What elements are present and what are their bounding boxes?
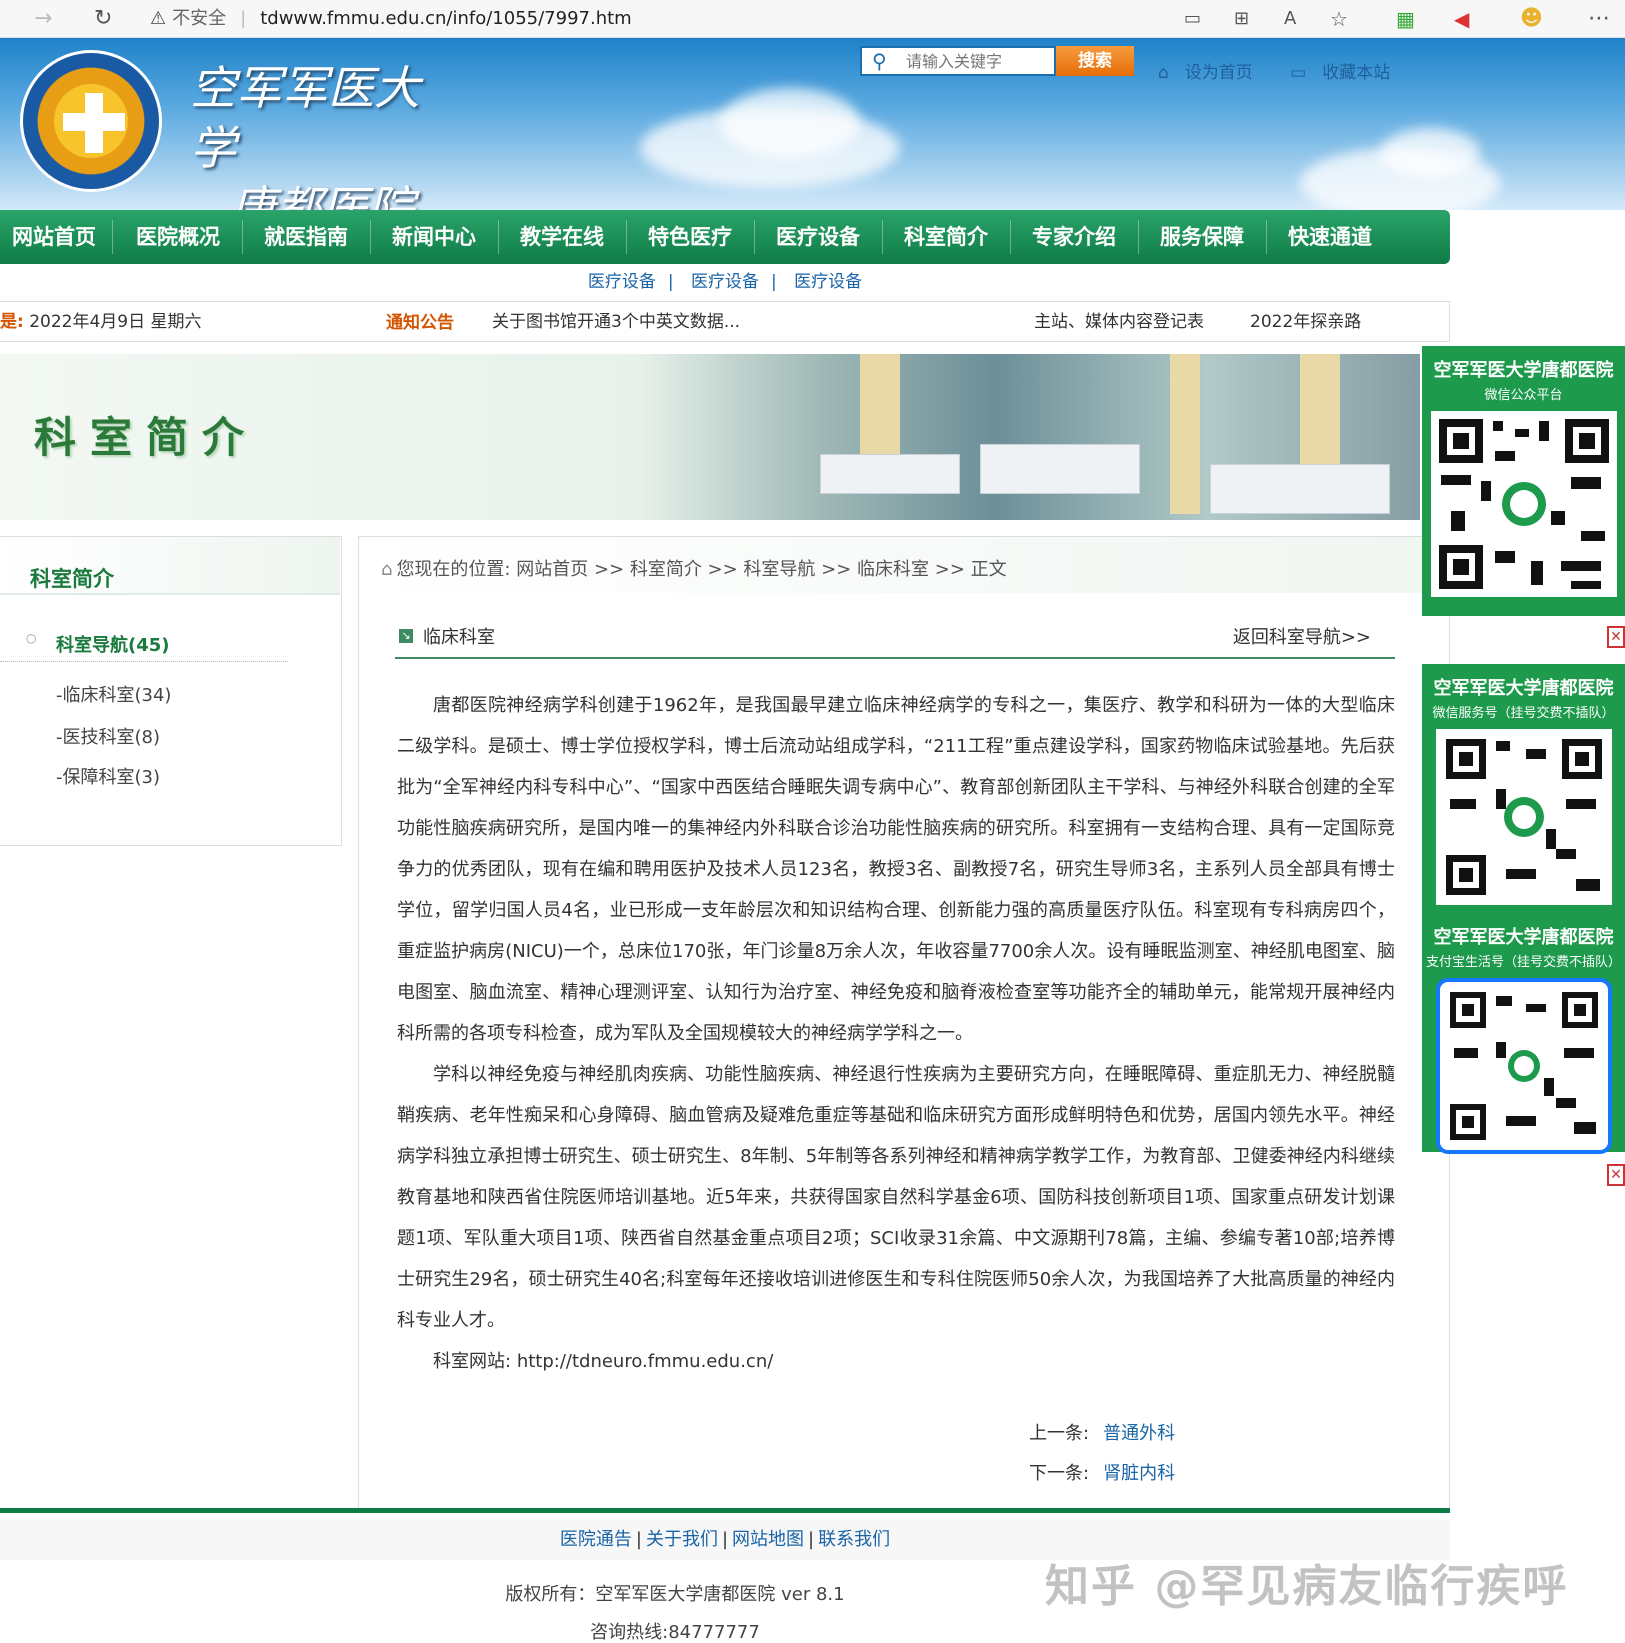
article-paragraph: 学科以神经免疫与神经肌肉疾病、功能性脑疾病、神经退行性疾病为主要研究方向，在睡眠… [397, 1064, 1395, 1331]
notice-item[interactable]: 关于图书馆开通3个中英文数据... [492, 302, 740, 342]
close-icon[interactable]: ✕ [1607, 626, 1625, 648]
footer-link[interactable]: 医院通告 [560, 1529, 632, 1550]
subnav-item[interactable]: 医疗设备 [794, 272, 862, 292]
bullet-icon: ○ [26, 631, 37, 645]
address-bar[interactable]: ⚠ 不安全 | tdwww.fmmu.edu.cn/info/1055/7997.ht… [150, 3, 1150, 35]
main-content: ⌂ 您现在的位置: 网站首页 >> 科室简介 >> 科室导航 >> 临床科室 >>… [358, 536, 1450, 1508]
department-banner: 科室简介 [0, 354, 1420, 520]
security-label: 不安全 [172, 8, 227, 29]
qr-code-icon [1435, 978, 1612, 1154]
reload-icon[interactable]: ↻ [94, 6, 112, 32]
prev-article: 上一条: 普通外科 [1029, 1423, 1176, 1444]
footer-link[interactable]: 关于我们 [646, 1529, 718, 1550]
search-icon: ⚲ [872, 49, 887, 73]
nav-item-services[interactable]: 服务保障 [1140, 210, 1264, 264]
current-date: 是: 2022年4月9日 星期六 [0, 312, 202, 332]
article-paragraph: 唐都医院神经病学科创建于1962年，是我国最早建立临床神经病学的专科之一，集医疗… [397, 695, 1395, 1044]
home-icon[interactable]: ⌂ [381, 559, 392, 580]
section-header: ↘ 临床科室 返回科室导航>> [395, 623, 1395, 659]
notice-bar: 是: 2022年4月9日 星期六 通知公告 关于图书馆开通3个中英文数据... … [0, 301, 1450, 342]
footer-divider [0, 1508, 1450, 1513]
url-text: tdwww.fmmu.edu.cn/info/1055/7997.htm [260, 8, 632, 29]
footer-link[interactable]: 联系我们 [818, 1529, 890, 1550]
back-arrow-icon[interactable]: → [34, 6, 52, 32]
nav-item-teaching[interactable]: 教学在线 [500, 210, 624, 264]
avatar-icon[interactable]: ☻ [1520, 6, 1543, 32]
sidebar-item-department-nav[interactable]: 科室导航(45) [56, 631, 170, 657]
notice-label: 通知公告 [386, 313, 454, 333]
main-nav: 网站首页 医院概况 就医指南 新闻中心 教学在线 特色医疗 医疗设备 科室简介 … [0, 210, 1450, 264]
banner-title: 科室简介 [34, 413, 259, 462]
sidebar: 科室简介 ○ 科室导航(45) -临床科室(34) -医技科室(8) -保障科室… [0, 536, 342, 846]
home-icon: ⌂ [1158, 63, 1169, 83]
close-icon[interactable]: ✕ [1607, 1164, 1625, 1186]
qr-card-service: 空军军医大学唐都医院 微信服务号（挂号交费不插队） 空军军医大学唐都医院 支付宝… [1422, 664, 1625, 1154]
article-body: 唐都医院神经病学科创建于1962年，是我国最早建立临床神经病学的专科之一，集医疗… [397, 685, 1395, 1382]
subnav-item[interactable]: 医疗设备 [588, 272, 656, 292]
search-button[interactable]: 搜索 [1056, 46, 1134, 76]
sidebar-item-medtech[interactable]: -医技科室(8) [56, 723, 160, 749]
read-aloud-icon[interactable]: A [1284, 6, 1296, 32]
set-home-link[interactable]: ⌂ 设为首页 [1158, 63, 1269, 83]
sidebar-item-clinical[interactable]: -临床科室(34) [56, 681, 171, 707]
sidebar-title: 科室简介 [30, 567, 114, 591]
sidebar-item-support[interactable]: -保障科室(3) [56, 763, 160, 789]
apps-icon[interactable]: ⊞ [1234, 6, 1249, 32]
website-link[interactable]: http://tdneuro.fmmu.edu.cn/ [517, 1351, 773, 1372]
department-website: 科室网站: http://tdneuro.fmmu.edu.cn/ [433, 1351, 774, 1372]
search-input[interactable] [860, 46, 1056, 76]
nav-item-news[interactable]: 新闻中心 [372, 210, 496, 264]
nav-item-home[interactable]: 网站首页 [0, 210, 108, 264]
footer-link[interactable]: 网站地图 [732, 1529, 804, 1550]
logo-text-line1: 空军军医大学 [190, 61, 420, 175]
back-to-nav-link[interactable]: 返回科室导航>> [1233, 623, 1371, 649]
notice-item[interactable]: 主站、媒体内容登记表 [1034, 302, 1204, 342]
favorite-star-icon[interactable]: ☆ [1330, 6, 1348, 32]
folder-icon: ▭ [1290, 63, 1307, 83]
next-article: 下一条: 肾脏内科 [1029, 1463, 1176, 1484]
breadcrumb: ⌂ 您现在的位置: 网站首页 >> 科室简介 >> 科室导航 >> 临床科室 >>… [381, 559, 1007, 580]
hospital-logo[interactable] [20, 50, 162, 192]
page: → ↻ ⚠ 不安全 | tdwww.fmmu.edu.cn/info/1055/799… [0, 0, 1625, 1643]
bookmark-link[interactable]: ▭ 收藏本站 [1290, 63, 1406, 83]
prev-article-link[interactable]: 普通外科 [1103, 1423, 1175, 1444]
megaphone-icon[interactable]: ◀ [1454, 6, 1469, 32]
notice-item[interactable]: 2022年探亲路 [1250, 302, 1361, 342]
section-icon: ↘ [399, 629, 413, 643]
nav-item-featured[interactable]: 特色医疗 [628, 210, 752, 264]
browser-toolbar: → ↻ ⚠ 不安全 | tdwww.fmmu.edu.cn/info/1055/799… [0, 0, 1625, 38]
next-article-link[interactable]: 肾脏内科 [1103, 1463, 1175, 1484]
nav-item-overview[interactable]: 医院概况 [116, 210, 240, 264]
hotline: 咨询热线:84777777 [590, 1622, 760, 1643]
extension-grid-icon[interactable]: ▦ [1396, 6, 1415, 32]
nav-item-equipment[interactable]: 医疗设备 [756, 210, 880, 264]
qr-code-icon [1430, 411, 1617, 597]
nav-item-guide[interactable]: 就医指南 [244, 210, 368, 264]
nav-item-departments[interactable]: 科室简介 [884, 210, 1008, 264]
watermark-text: 知乎 @罕见病友临行疾呼 [1045, 1561, 1569, 1612]
screen-icon[interactable]: ▭ [1184, 6, 1201, 32]
nav-item-quick[interactable]: 快速通道 [1268, 210, 1392, 264]
cross-icon [63, 93, 125, 153]
sub-nav: 医疗设备 | 医疗设备 | 医疗设备 [587, 272, 863, 292]
more-menu-icon[interactable]: ⋯ [1588, 6, 1610, 32]
nav-item-experts[interactable]: 专家介绍 [1012, 210, 1136, 264]
search-bar: ⚲ 搜索 [860, 46, 1135, 78]
qr-card-wechat-official: 空军军医大学唐都医院 微信公众平台 [1422, 346, 1625, 616]
subnav-item[interactable]: 医疗设备 [691, 272, 759, 292]
qr-code-icon [1435, 729, 1612, 905]
warning-icon: ⚠ [150, 8, 167, 29]
top-links: ⌂ 设为首页 ▭ 收藏本站 [1158, 58, 1422, 83]
section-title: 临床科室 [423, 627, 495, 648]
